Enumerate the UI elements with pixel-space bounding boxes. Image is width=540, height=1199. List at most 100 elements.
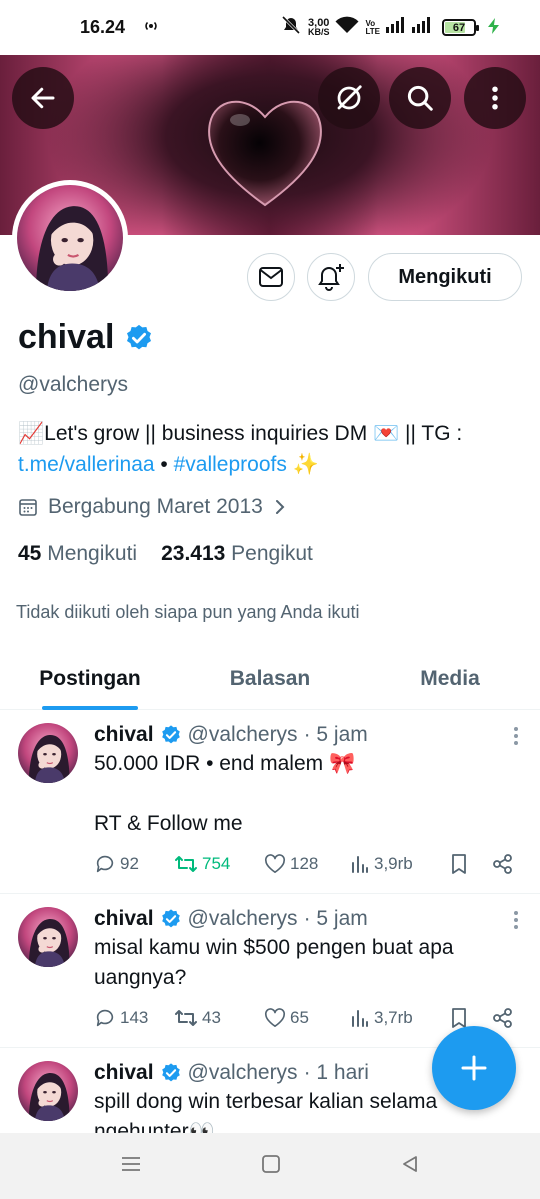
- profile-avatar[interactable]: [12, 180, 128, 296]
- home-button[interactable]: [261, 1154, 281, 1179]
- tab-media-label: Media: [420, 666, 480, 690]
- tweet-time: · 5 jam: [303, 907, 368, 930]
- compose-button[interactable]: [432, 1026, 516, 1110]
- recent-apps-button[interactable]: [120, 1155, 142, 1178]
- reply-count: 143: [120, 1008, 149, 1027]
- tweet-text: misal kamu win $500 pengen buat apa uang…: [94, 936, 454, 989]
- like-count: 128: [290, 854, 319, 873]
- retweet-button[interactable]: 754: [174, 853, 264, 875]
- more-button[interactable]: [464, 67, 526, 129]
- share-icon: [493, 1008, 512, 1028]
- share-button[interactable]: [492, 1007, 514, 1029]
- volte-line2: LTE: [365, 26, 380, 36]
- hotspot-icon: [143, 18, 159, 37]
- back-nav-button[interactable]: [400, 1154, 420, 1179]
- bio-text: 📈Let's grow || business inquiries DM 💌 |…: [18, 422, 463, 445]
- joined-text: Bergabung Maret 2013: [48, 495, 263, 518]
- tweet-avatar[interactable]: [18, 723, 78, 783]
- tab-posts[interactable]: Postingan: [0, 648, 180, 710]
- verified-icon: [124, 323, 154, 353]
- follow-stats: 45 Mengikuti 23.413 Pengikut: [18, 542, 313, 566]
- signal-icon-2: [412, 17, 432, 38]
- tweet-author-handle[interactable]: @valcherys: [188, 907, 298, 931]
- avatar-image: [18, 1061, 78, 1121]
- grok-button[interactable]: [318, 67, 380, 129]
- following-count: 45: [18, 542, 42, 565]
- reply-icon: [96, 1009, 114, 1027]
- avatar-image: [18, 907, 78, 967]
- bell-plus-icon: [318, 264, 344, 291]
- joined-date[interactable]: Bergabung Maret 2013: [18, 495, 287, 519]
- retweet-icon: [175, 1010, 197, 1026]
- like-button[interactable]: 128: [264, 854, 350, 874]
- tweet[interactable]: chival @valcherys · 5 jam misal kamu win…: [0, 895, 540, 1048]
- following-stat[interactable]: 45 Mengikuti: [18, 542, 137, 566]
- bookmark-button[interactable]: [450, 853, 482, 875]
- views-button[interactable]: 3,9rb: [350, 854, 450, 874]
- following-button[interactable]: Mengikuti: [368, 253, 522, 301]
- heart-icon: [264, 1008, 286, 1027]
- profile-tabs: Postingan Balasan Media: [0, 648, 540, 710]
- bio-sparkle: ✨: [286, 453, 319, 476]
- calendar-icon: [19, 499, 37, 516]
- views-icon: [352, 1010, 368, 1027]
- grok-icon: [337, 85, 362, 110]
- search-button[interactable]: [389, 67, 451, 129]
- tweet-author-name[interactable]: chival: [94, 907, 154, 931]
- avatar-image: [18, 723, 78, 783]
- tweet-avatar[interactable]: [18, 907, 78, 967]
- tweet-author-handle[interactable]: @valcherys: [188, 723, 298, 747]
- signal-icon: [386, 17, 406, 38]
- battery-level: 67: [452, 21, 466, 34]
- reply-button[interactable]: 143: [94, 1007, 174, 1029]
- bio-hashtag-link[interactable]: #valleproofs: [174, 453, 287, 476]
- reply-button[interactable]: 92: [94, 853, 174, 875]
- tweet-more-icon[interactable]: [506, 727, 526, 745]
- tab-posts-label: Postingan: [39, 666, 141, 690]
- retweet-icon: [175, 856, 197, 872]
- message-button[interactable]: [247, 253, 295, 301]
- menu-lines-icon: [121, 1156, 140, 1171]
- search-icon: [407, 85, 433, 111]
- tweet-author-handle[interactable]: @valcherys: [188, 1061, 298, 1085]
- views-button[interactable]: 3,7rb: [350, 1008, 450, 1028]
- views-count: 3,7rb: [374, 1008, 413, 1027]
- views-count: 3,9rb: [374, 854, 413, 873]
- followers-label: Pengikut: [231, 542, 313, 565]
- not-followed-note: Tidak diikuti oleh siapa pun yang Anda i…: [16, 602, 360, 622]
- tab-media[interactable]: Media: [360, 648, 540, 709]
- tweet-avatar[interactable]: [18, 1061, 78, 1121]
- tweet-actions: 143 43 65 3,7rb: [94, 1007, 526, 1029]
- like-count: 65: [290, 1008, 309, 1027]
- tweet-text: 50.000 IDR • end malem 🎀 RT & Follow me: [94, 752, 356, 835]
- plus-icon: [461, 1055, 487, 1081]
- followers-stat[interactable]: 23.413 Pengikut: [161, 542, 313, 566]
- tweet-more-icon[interactable]: [506, 911, 526, 929]
- bio-telegram-link[interactable]: t.me/vallerinaa: [18, 453, 155, 476]
- tweet[interactable]: chival @valcherys · 5 jam 50.000 IDR • e…: [0, 711, 540, 894]
- tweet-time: · 5 jam: [303, 723, 368, 746]
- wifi-icon: [335, 16, 359, 39]
- back-button[interactable]: [12, 67, 74, 129]
- display-name: chival: [18, 318, 154, 357]
- volte-indicator: Vo LTE: [365, 19, 380, 36]
- status-bar: 16.24 3,00 KB/S Vo LTE 67: [0, 0, 540, 55]
- tweet-time: · 1 hari: [303, 1061, 369, 1084]
- tab-replies[interactable]: Balasan: [180, 648, 360, 709]
- chevron-right-icon: [275, 500, 285, 514]
- avatar-image: [17, 185, 123, 291]
- retweet-button[interactable]: 43: [174, 1007, 264, 1029]
- verified-icon: [160, 908, 182, 930]
- like-button[interactable]: 65: [264, 1008, 350, 1028]
- tweet-author-name[interactable]: chival: [94, 1061, 154, 1085]
- tweet-author-name[interactable]: chival: [94, 723, 154, 747]
- status-icons: 3,00 KB/S Vo LTE 67: [280, 15, 500, 40]
- notify-button[interactable]: [307, 253, 355, 301]
- share-button[interactable]: [492, 853, 514, 875]
- following-label: Mengikuti: [47, 542, 138, 565]
- home-square-icon: [262, 1154, 280, 1173]
- views-icon: [352, 856, 368, 873]
- status-time: 16.24: [80, 17, 126, 37]
- profile-bio: 📈Let's grow || business inquiries DM 💌 |…: [18, 418, 523, 480]
- active-tab-indicator: [42, 706, 138, 710]
